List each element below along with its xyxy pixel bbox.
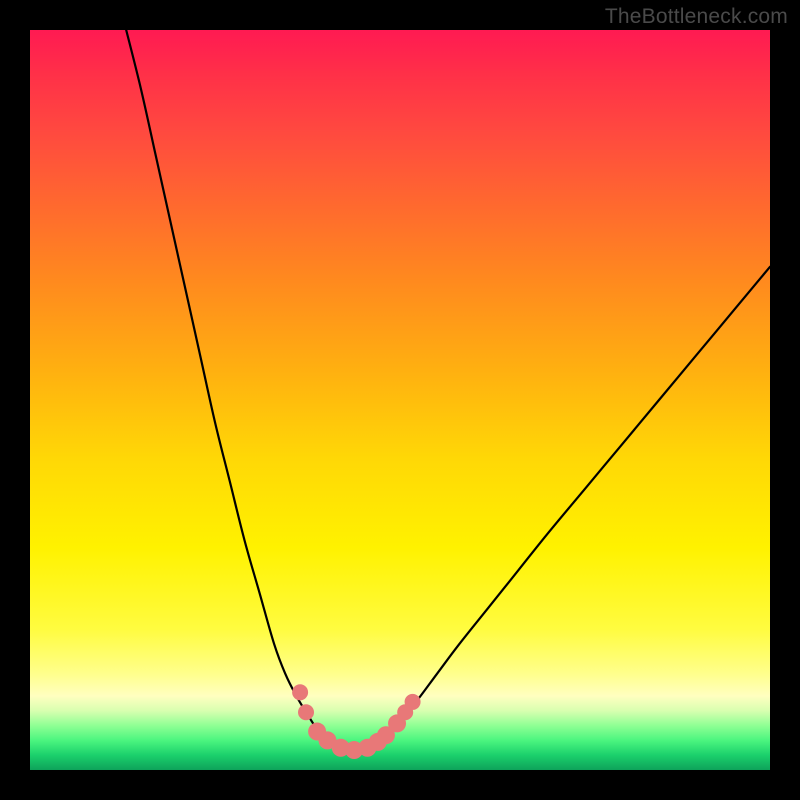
bottleneck-curve bbox=[126, 30, 770, 750]
marker-dot bbox=[292, 684, 308, 700]
marker-dot bbox=[405, 694, 421, 710]
chart-figure: TheBottleneck.com bbox=[0, 0, 800, 800]
plot-area bbox=[30, 30, 770, 770]
watermark-text: TheBottleneck.com bbox=[605, 5, 788, 29]
marker-dot bbox=[298, 704, 314, 720]
curve-group bbox=[126, 30, 770, 750]
chart-svg bbox=[30, 30, 770, 770]
